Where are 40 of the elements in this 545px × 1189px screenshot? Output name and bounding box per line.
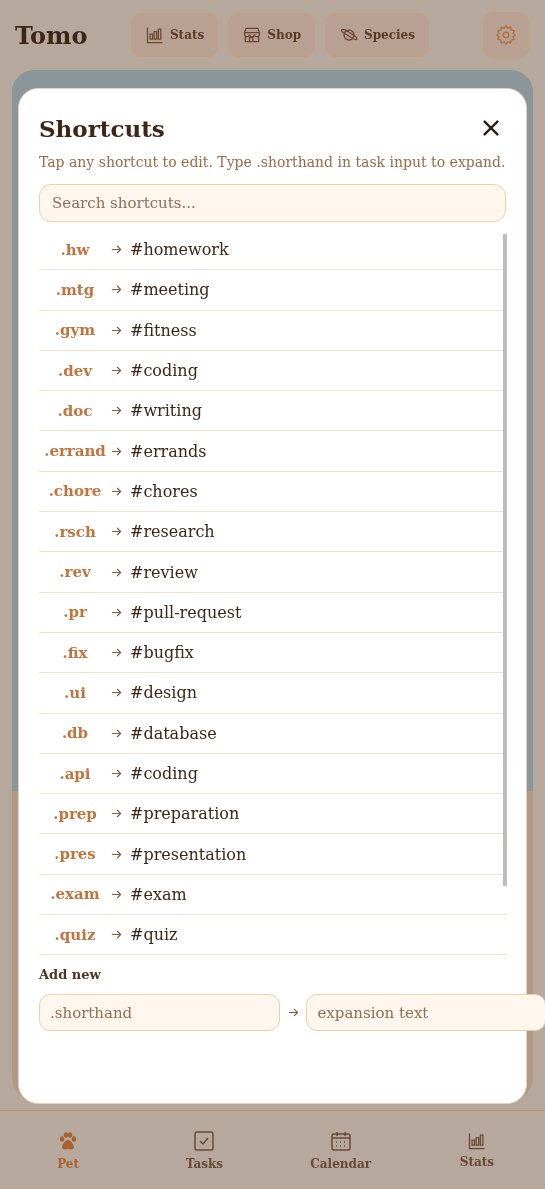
- arrow-icon: [111, 324, 122, 336]
- settings-icon: [495, 24, 517, 46]
- nav-button[interactable]: Shop: [227, 12, 317, 58]
- settings-button[interactable]: [482, 11, 530, 59]
- arrow-icon: [111, 244, 122, 256]
- dialog-title: Shortcuts: [39, 114, 165, 142]
- store-icon: [242, 25, 263, 45]
- arrow-icon: [111, 929, 122, 941]
- arrow-icon: [111, 284, 122, 296]
- close-icon: [480, 117, 502, 139]
- bar-chart-icon: [144, 25, 165, 45]
- calendar-icon: [328, 1129, 353, 1153]
- arrow-icon: [111, 365, 122, 377]
- arrow-icon: [111, 808, 122, 820]
- arrow-icon: [111, 526, 122, 538]
- shorthand-field[interactable]: .shorthand: [39, 994, 280, 1032]
- scrollbar[interactable]: [503, 234, 507, 886]
- bar-chart-icon: [466, 1131, 487, 1151]
- arrow-icon: [111, 445, 122, 457]
- nav-button[interactable]: Stats: [129, 12, 220, 58]
- arrow-icon: [111, 566, 122, 578]
- expansion-field[interactable]: expansion text: [306, 994, 545, 1032]
- shortcut-row[interactable]: .exam #exam: [39, 874, 507, 916]
- arrow-icon: [111, 647, 122, 659]
- arrow-icon: [111, 727, 122, 739]
- shortcut-row[interactable]: .quiz #quiz: [39, 915, 507, 956]
- section-label: Add new: [39, 967, 102, 983]
- arrow-icon: [111, 405, 122, 417]
- arrow-icon: [111, 485, 122, 497]
- nav-button[interactable]: Species: [324, 12, 430, 58]
- app-title: Tomo: [15, 20, 88, 50]
- arrow-icon: [111, 687, 122, 699]
- arrow-icon: [287, 1007, 299, 1019]
- arrow-icon: [111, 848, 122, 860]
- arrow-icon: [111, 768, 122, 779]
- checkbox-icon: [192, 1129, 217, 1153]
- search-field[interactable]: Search shortcuts...: [39, 184, 506, 222]
- arrow-icon: [111, 888, 122, 900]
- arrow-icon: [111, 606, 122, 618]
- hint-text: Tap any shortcut to edit. Type .shorthand in task input to expand.: [39, 153, 506, 172]
